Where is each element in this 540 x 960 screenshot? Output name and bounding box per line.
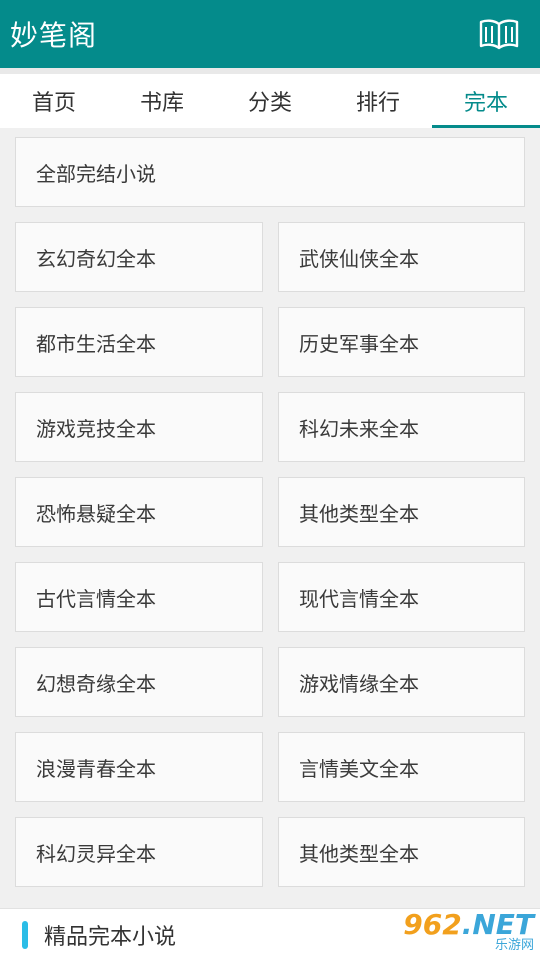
watermark-logo: 962.NET 乐游网 (400, 908, 534, 958)
open-book-icon[interactable] (478, 17, 520, 51)
app-title: 妙笔阁 (10, 19, 98, 52)
tab-completed[interactable]: 完本 (432, 74, 540, 128)
all-completed-button[interactable]: 全部完结小说 (15, 137, 525, 207)
tab-bar: 首页 书库 分类 排行 完本 (0, 74, 540, 128)
tab-ranking[interactable]: 排行 (324, 74, 432, 128)
category-button[interactable]: 历史军事全本 (278, 307, 525, 377)
app-header: 妙笔阁 (0, 0, 540, 68)
section-title: 精品完本小说 (44, 924, 177, 950)
category-button[interactable]: 幻想奇缘全本 (15, 647, 263, 717)
category-button[interactable]: 其他类型全本 (278, 477, 525, 547)
category-button[interactable]: 武侠仙侠全本 (278, 222, 525, 292)
category-button[interactable]: 玄幻奇幻全本 (15, 222, 263, 292)
watermark-main: 962.NET (403, 908, 534, 941)
category-button[interactable]: 其他类型全本 (278, 817, 525, 887)
category-button[interactable]: 游戏情缘全本 (278, 647, 525, 717)
tab-library[interactable]: 书库 (108, 74, 216, 128)
category-button[interactable]: 游戏竞技全本 (15, 392, 263, 462)
category-button[interactable]: 科幻未来全本 (278, 392, 525, 462)
category-button[interactable]: 古代言情全本 (15, 562, 263, 632)
category-button[interactable]: 言情美文全本 (278, 732, 525, 802)
category-button[interactable]: 浪漫青春全本 (15, 732, 263, 802)
tab-categories[interactable]: 分类 (216, 74, 324, 128)
category-button[interactable]: 科幻灵异全本 (15, 817, 263, 887)
category-button[interactable]: 恐怖悬疑全本 (15, 477, 263, 547)
category-button[interactable]: 都市生活全本 (15, 307, 263, 377)
tab-home[interactable]: 首页 (0, 74, 108, 128)
section-accent-bar (22, 920, 28, 949)
category-button[interactable]: 现代言情全本 (278, 562, 525, 632)
watermark-sub: 乐游网 (494, 938, 534, 953)
